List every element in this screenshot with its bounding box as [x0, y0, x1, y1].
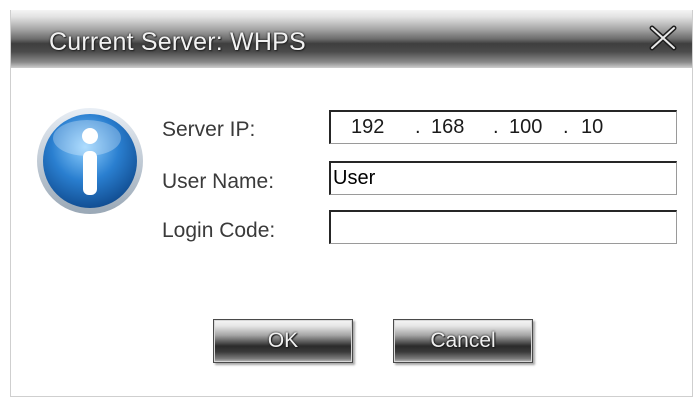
cancel-button[interactable]: Cancel	[393, 319, 533, 363]
ip-octet-3[interactable]: 100	[509, 112, 542, 142]
login-code-input[interactable]	[329, 210, 677, 244]
user-name-input[interactable]	[329, 161, 677, 195]
title-bar[interactable]: Current Server: WHPS	[11, 10, 692, 68]
login-dialog: Current Server: WHPS Server IP: User Nam…	[10, 10, 693, 397]
ip-separator: .	[493, 116, 499, 138]
server-ip-label: Server IP:	[162, 118, 256, 141]
close-button[interactable]	[647, 24, 679, 52]
info-icon	[37, 108, 143, 214]
login-code-label: Login Code:	[162, 219, 276, 242]
ok-button[interactable]: OK	[213, 319, 353, 363]
server-ip-field[interactable]: 192 . 168 . 100 . 10	[329, 110, 677, 144]
close-icon	[649, 25, 677, 51]
ip-separator: .	[415, 116, 421, 138]
ip-octet-2[interactable]: 168	[431, 112, 464, 142]
ip-octet-4[interactable]: 10	[581, 112, 603, 142]
dialog-title: Current Server: WHPS	[49, 28, 306, 56]
user-name-label: User Name:	[162, 170, 275, 193]
ip-separator: .	[563, 116, 569, 138]
ip-octet-1[interactable]: 192	[351, 112, 384, 142]
